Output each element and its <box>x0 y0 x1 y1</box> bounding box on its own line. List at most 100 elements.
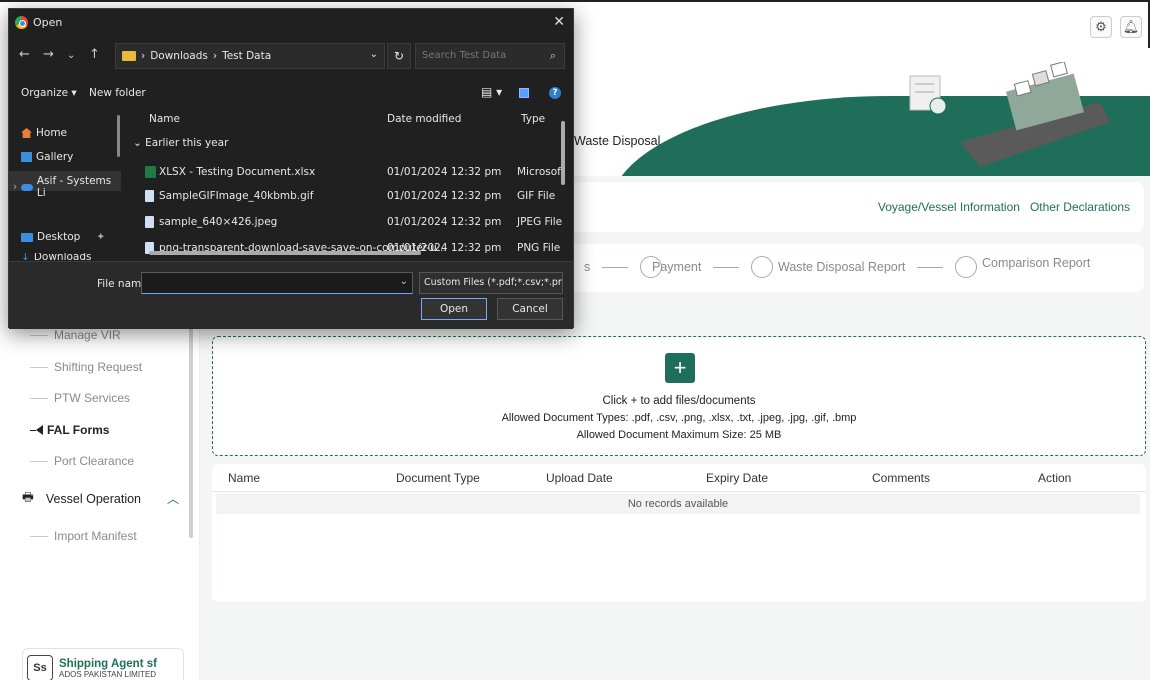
dialog-footer: File name: ⌄ Custom Files (*.pdf;*.csv;*… <box>9 261 573 329</box>
sidebar-item-ptw-services[interactable]: PTW Services <box>30 391 130 405</box>
settings-icon[interactable]: ⚙ <box>1090 16 1112 38</box>
view-options-icon[interactable]: ▤ ▾ <box>481 85 502 99</box>
pin-icon: ✦ <box>96 231 106 243</box>
col-document-type[interactable]: Document Type <box>396 471 480 485</box>
folder-icon <box>122 51 136 61</box>
breadcrumb-downloads[interactable]: Downloads <box>150 50 208 62</box>
col-type[interactable]: Type <box>521 113 545 125</box>
cargo-ship-illustration <box>909 62 1110 167</box>
step-waste-disposal-report[interactable]: Waste Disposal Report <box>778 256 978 278</box>
col-expiry-date[interactable]: Expiry Date <box>706 471 768 485</box>
file-name-input[interactable]: ⌄ <box>141 272 413 294</box>
step-circle <box>955 256 978 278</box>
command-bar: Organize ▾ New folder ▤ ▾ ? <box>9 83 573 105</box>
step-payment[interactable]: Payment <box>652 256 774 278</box>
address-row: ← → ⌄ ↑ › Downloads › Test Data ⌄ ↻ Sear… <box>9 43 573 69</box>
link-other-declarations[interactable]: Other Declarations <box>1030 200 1130 214</box>
add-file-button[interactable]: + <box>665 353 695 383</box>
up-folder-icon[interactable]: ↑ <box>89 47 100 62</box>
sidebar-item-manage-vir[interactable]: Manage VIR <box>30 328 121 342</box>
open-file-dialog: Open ✕ ← → ⌄ ↑ › Downloads › Test Data ⌄… <box>8 8 574 329</box>
file-list-header: Name Date modified Type <box>123 109 573 129</box>
nav-downloads[interactable]: ↓ Downloads <box>21 253 91 261</box>
upload-instruction: Click + to add files/documents <box>602 395 756 407</box>
cancel-button[interactable]: Cancel <box>497 298 563 320</box>
help-icon[interactable]: ? <box>549 87 561 99</box>
sidebar-scrollbar[interactable] <box>189 298 193 538</box>
step-partial[interactable]: s <box>584 256 663 278</box>
file-list-vertical-scrollbar[interactable] <box>561 121 565 185</box>
nav-scrollbar[interactable] <box>117 115 120 157</box>
user-card[interactable]: Ss Shipping Agent sf ADOS PAKISTAN LIMIT… <box>22 648 184 680</box>
file-list-horizontal-scrollbar[interactable] <box>149 251 421 255</box>
col-date-modified[interactable]: Date modified <box>387 113 461 125</box>
expand-icon: › <box>13 181 18 193</box>
file-type-select[interactable]: Custom Files (*.pdf;*.csv;*.png;*. <box>419 272 563 294</box>
file-row[interactable]: png-transparent-download-save-save-on-co… <box>123 239 563 259</box>
back-icon[interactable]: ← <box>19 47 30 62</box>
chevron-down-icon[interactable]: ⌄ <box>370 49 378 60</box>
col-upload-date[interactable]: Upload Date <box>546 471 613 485</box>
sidebar-item-shifting-request[interactable]: Shifting Request <box>30 360 142 374</box>
col-comments[interactable]: Comments <box>872 471 930 485</box>
dialog-title: Open <box>33 16 63 29</box>
sidebar-group-vessel-operation[interactable]: 🖶 Vessel Operation ︿ <box>22 488 179 509</box>
home-icon <box>21 128 32 138</box>
col-name[interactable]: Name <box>228 471 260 485</box>
search-input[interactable]: Search Test Data ⌕ <box>415 43 565 69</box>
allowed-types: Allowed Document Types: .pdf, .csv, .png… <box>501 412 857 424</box>
sidebar-item-port-clearance[interactable]: Port Clearance <box>30 454 134 468</box>
dialog-titlebar[interactable]: Open ✕ <box>9 9 573 37</box>
file-row[interactable]: XLSX - Testing Document.xlsx 01/01/2024 … <box>123 163 565 183</box>
nav-onedrive[interactable]: › Asif - Systems Li <box>13 175 121 199</box>
sidebar-item-import-manifest[interactable]: Import Manifest <box>30 529 137 543</box>
nav-gallery[interactable]: Gallery <box>21 151 73 163</box>
col-action[interactable]: Action <box>1038 471 1071 485</box>
file-list: Name Date modified Type ⌄ Earlier this y… <box>123 109 573 259</box>
chevron-down-icon[interactable]: ⌄ <box>400 276 408 287</box>
image-file-icon <box>145 216 154 228</box>
nav-home[interactable]: Home <box>21 127 67 139</box>
active-arrow-icon <box>36 425 43 435</box>
empty-state: No records available <box>216 494 1140 514</box>
file-drop-zone[interactable]: + Click + to add files/documents Allowed… <box>212 336 1146 456</box>
image-file-icon <box>145 190 154 202</box>
avatar: Ss <box>27 655 53 680</box>
recent-dropdown-icon[interactable]: ⌄ <box>67 50 75 61</box>
file-row[interactable]: SampleGIFImage_40kbmb.gif 01/01/2024 12:… <box>123 187 563 207</box>
col-name[interactable]: Name <box>149 113 180 125</box>
group-header[interactable]: ⌄ Earlier this year <box>133 137 228 149</box>
navigation-pane: Home Gallery › Asif - Systems Li Desktop ✦… <box>9 109 121 261</box>
printer-icon: 🖶 <box>22 490 34 504</box>
address-bar[interactable]: › Downloads › Test Data ⌄ <box>115 43 385 69</box>
gallery-icon <box>21 152 32 162</box>
search-icon: ⌕ <box>549 49 556 62</box>
page-title: Waste Disposal <box>574 134 661 148</box>
documents-table: Name Document Type Upload Date Expiry Da… <box>212 464 1146 602</box>
link-voyage-vessel-information[interactable]: Voyage/Vessel Information <box>878 200 1020 214</box>
forward-icon[interactable]: → <box>43 47 54 62</box>
file-row[interactable]: sample_640×426.jpeg 01/01/2024 12:32 pm … <box>123 213 563 233</box>
download-icon: ↓ <box>21 253 30 261</box>
max-size: Allowed Document Maximum Size: 25 MB <box>576 429 782 441</box>
organize-menu[interactable]: Organize ▾ <box>21 87 77 99</box>
preview-pane-icon[interactable] <box>519 88 529 98</box>
step-comparison-report[interactable]: Comparison Report <box>982 256 1090 270</box>
open-button[interactable]: Open <box>421 298 487 320</box>
new-folder-button[interactable]: New folder <box>89 87 146 99</box>
desktop-icon <box>21 232 33 242</box>
user-name: Shipping Agent sf <box>59 657 157 670</box>
close-icon[interactable]: ✕ <box>553 14 565 30</box>
chevron-up-icon: ︿ <box>167 492 180 506</box>
cloud-icon <box>21 183 33 191</box>
step-circle <box>751 256 774 278</box>
chrome-icon <box>15 16 28 29</box>
excel-file-icon <box>145 166 156 178</box>
nav-desktop[interactable]: Desktop ✦ <box>21 231 105 243</box>
table-header: Name Document Type Upload Date Expiry Da… <box>212 464 1146 492</box>
refresh-icon[interactable]: ↻ <box>387 43 411 69</box>
bell-icon[interactable]: 🔔︎ <box>1120 16 1142 38</box>
user-company: ADOS PAKISTAN LIMITED <box>59 669 157 679</box>
breadcrumb-test-data[interactable]: Test Data <box>222 50 271 62</box>
sidebar-item-fal-forms[interactable]: FAL Forms <box>30 423 109 437</box>
